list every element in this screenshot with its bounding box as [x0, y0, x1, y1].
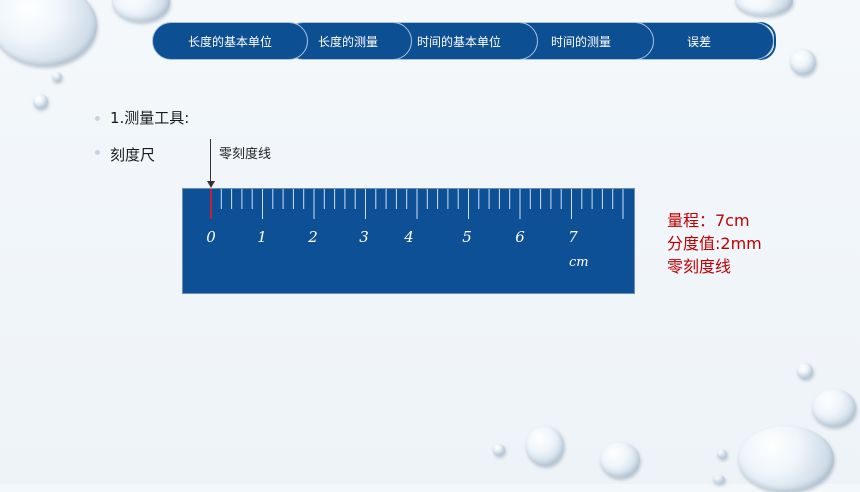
section-nav: 误差 时间的测量 时间的基本单位 长度的测量 长度的基本单位 — [152, 22, 776, 62]
water-drop-decoration — [713, 475, 725, 484]
tab-length-units[interactable]: 长度的基本单位 — [152, 22, 308, 60]
tool-name: 刻度尺 — [110, 146, 156, 164]
water-drop-decoration — [600, 442, 640, 478]
bullet-dot — [95, 116, 100, 121]
water-drop-decoration — [493, 444, 505, 456]
ruler-number: 2 — [308, 228, 318, 246]
division-value-text: 分度值:2mm — [667, 234, 762, 253]
zero-mark-arrow — [210, 139, 211, 183]
water-drop-decoration — [52, 72, 62, 82]
water-drop-decoration — [797, 363, 813, 379]
ruler: 0 1 2 3 4 5 6 7 cm — [182, 188, 635, 294]
water-drop-decoration — [717, 449, 727, 459]
water-drop-decoration — [0, 0, 97, 66]
slide-heading: 1.测量工具: — [110, 109, 190, 127]
ruler-number: 4 — [404, 228, 414, 246]
water-drop-decoration — [738, 426, 834, 492]
ruler-number: 1 — [257, 228, 267, 246]
slide: 误差 时间的测量 时间的基本单位 长度的测量 长度的基本单位 1.测量工具: 刻… — [0, 0, 860, 492]
zero-line-text: 零刻度线 — [667, 257, 732, 276]
range-text: 量程：7cm — [667, 211, 750, 230]
water-drop-decoration — [790, 49, 816, 75]
water-drop-decoration — [112, 0, 170, 22]
ruler-number: 0 — [206, 228, 216, 246]
zero-mark-arrowhead — [207, 181, 215, 188]
bullet-dot — [95, 150, 100, 155]
water-drop-decoration — [735, 0, 793, 16]
ruler-number: 6 — [515, 228, 525, 246]
ruler-number: 7 — [568, 228, 578, 246]
water-drop-decoration — [526, 426, 564, 466]
water-drop-decoration — [812, 389, 856, 427]
water-drop-decoration — [33, 94, 48, 109]
ruler-number: 3 — [359, 228, 369, 246]
ruler-number: 5 — [462, 228, 472, 246]
zero-mark-label: 零刻度线 — [219, 147, 272, 162]
ruler-unit: cm — [569, 255, 589, 270]
